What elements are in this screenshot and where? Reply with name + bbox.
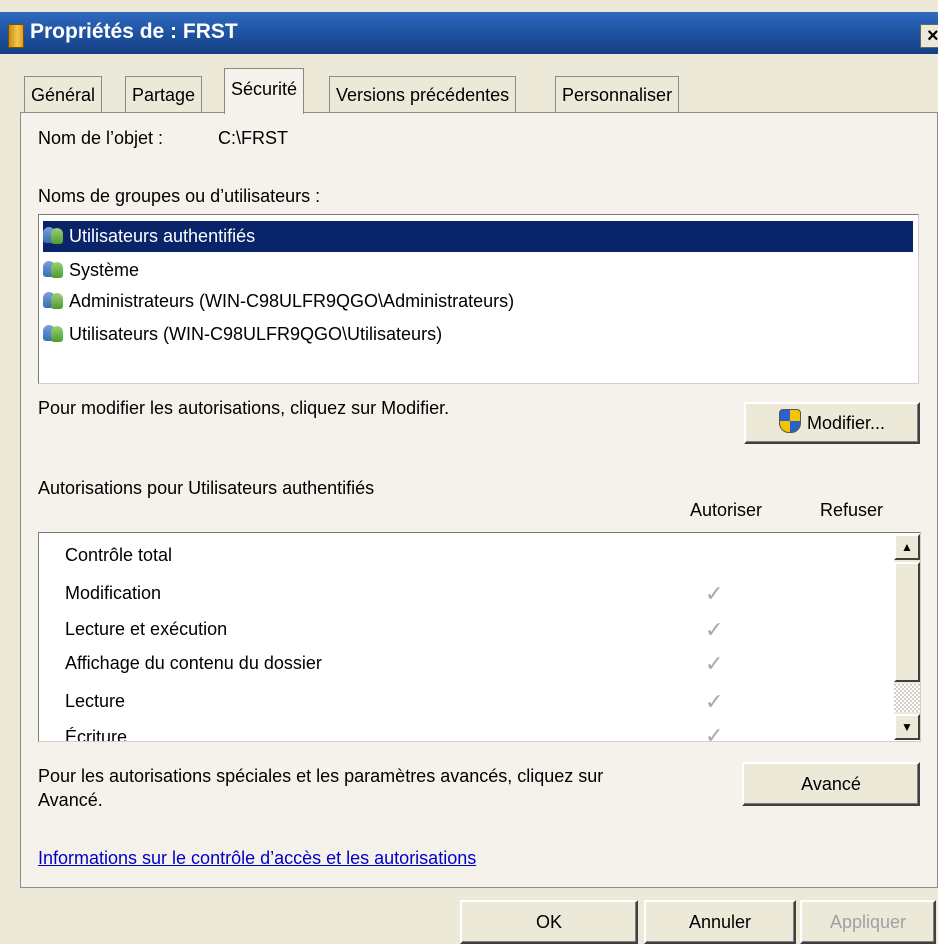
permission-name: Contrôle total — [65, 545, 173, 565]
group-item-systeme[interactable]: Système — [43, 255, 139, 286]
scroll-thumb[interactable] — [894, 562, 920, 682]
ok-button[interactable]: OK — [460, 900, 638, 944]
group-item-label: Utilisateurs (WIN-C98ULFR9QGO\Utilisateu… — [69, 324, 443, 344]
permission-name: Affichage du contenu du dossier — [65, 653, 322, 673]
modify-button[interactable]: Modifier... — [744, 402, 920, 444]
column-header-allow: Autoriser — [690, 500, 763, 520]
users-icon — [43, 225, 65, 245]
permissions-title: Autorisations pour Utilisateurs authenti… — [38, 478, 375, 498]
modify-button-label: Modifier... — [806, 413, 886, 433]
permission-name: Écriture — [65, 727, 128, 742]
group-item-label: Utilisateurs authentifiés — [69, 226, 256, 246]
close-button[interactable]: × — [920, 24, 938, 48]
tab-general[interactable]: Général — [24, 76, 103, 112]
permission-row: Affichage du contenu du dossier — [65, 645, 322, 681]
permission-row: Lecture — [65, 683, 125, 719]
scroll-track[interactable] — [894, 684, 920, 712]
advanced-hint-line1: Pour les autorisations spéciales et les … — [38, 766, 604, 786]
window-title: Propriétés de : FRST — [30, 20, 238, 43]
group-item-label: Système — [69, 260, 140, 280]
tab-versions-precedentes[interactable]: Versions précédentes — [329, 76, 517, 112]
allow-check-icon: ✓ — [705, 581, 724, 606]
permission-row: Écriture — [65, 719, 128, 742]
scroll-down-button[interactable]: ▼ — [894, 714, 920, 740]
permission-row: Contrôle total — [65, 537, 172, 573]
tab-partage[interactable]: Partage — [125, 76, 203, 112]
group-item-utilisateurs[interactable]: Utilisateurs (WIN-C98ULFR9QGO\Utilisateu… — [43, 319, 442, 350]
permission-row: Lecture et exécution — [65, 611, 227, 647]
tab-personnaliser[interactable]: Personnaliser — [555, 76, 680, 112]
groups-listbox[interactable]: Utilisateurs authentifiés Système Admini… — [38, 214, 919, 384]
folder-icon — [8, 24, 24, 48]
access-control-info-link[interactable]: Informations sur le contrôle d’accès et … — [38, 848, 476, 869]
allow-check-icon: ✓ — [705, 617, 724, 642]
users-icon — [43, 323, 65, 343]
permission-name: Lecture et exécution — [65, 619, 228, 639]
column-header-deny: Refuser — [820, 500, 884, 520]
scroll-up-button[interactable]: ▲ — [894, 534, 920, 560]
group-item-administrateurs[interactable]: Administrateurs (WIN-C98ULFR9QGO\Adminis… — [43, 286, 514, 317]
allow-check-icon: ✓ — [705, 723, 724, 742]
permissions-scrollbar[interactable]: ▲ ▼ — [894, 534, 920, 740]
permissions-list: Contrôle total Modification Lecture et e… — [38, 532, 921, 742]
window-top-edge — [0, 0, 938, 12]
users-icon — [43, 259, 65, 279]
group-item-label: Administrateurs (WIN-C98ULFR9QGO\Adminis… — [69, 291, 515, 311]
permission-name: Lecture — [65, 691, 126, 711]
object-name-label: Nom de l’objet : — [38, 128, 164, 148]
cancel-button[interactable]: Annuler — [644, 900, 796, 944]
object-name-value: C:\FRST — [218, 128, 288, 148]
tab-securite[interactable]: Sécurité — [224, 68, 305, 114]
permission-name: Modification — [65, 583, 162, 603]
groups-label: Noms de groupes ou d’utilisateurs : — [38, 186, 321, 206]
group-item-utilisateurs-authentifies[interactable]: Utilisateurs authentifiés — [43, 221, 913, 252]
apply-button[interactable]: Appliquer — [800, 900, 936, 944]
advanced-hint-line2: Avancé. — [38, 790, 103, 810]
allow-check-icon: ✓ — [705, 651, 724, 676]
users-icon — [43, 290, 65, 310]
advanced-button[interactable]: Avancé — [742, 762, 920, 806]
title-bar[interactable]: Propriétés de : FRST × — [0, 12, 938, 54]
uac-shield-icon — [778, 409, 801, 433]
permission-row: Modification — [65, 575, 161, 611]
allow-check-icon: ✓ — [705, 689, 724, 714]
modify-hint: Pour modifier les autorisations, cliquez… — [38, 398, 450, 418]
